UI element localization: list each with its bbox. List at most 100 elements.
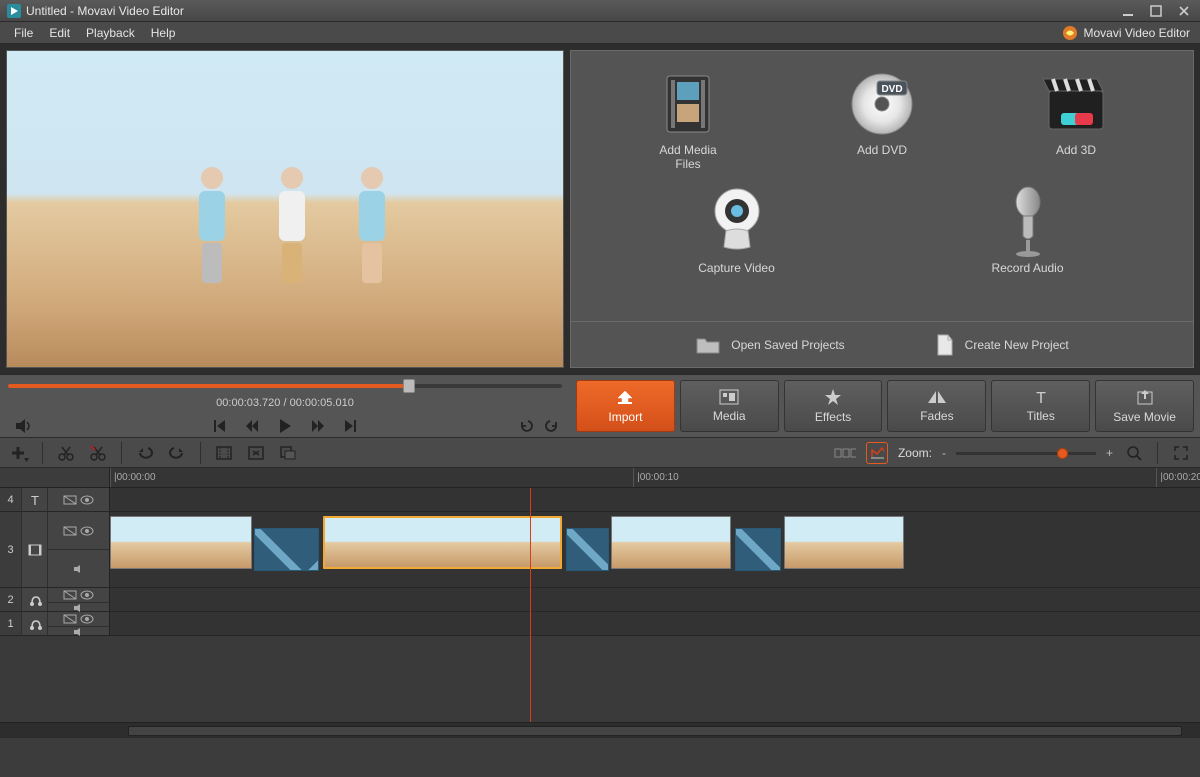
track-mute-toggle[interactable] <box>48 627 109 637</box>
volume-button[interactable] <box>14 418 34 434</box>
ruler-mark: |00:00:10 <box>633 468 679 487</box>
fullscreen-button[interactable] <box>1170 442 1192 464</box>
zoom-fit-button[interactable] <box>1123 442 1145 464</box>
tab-fades[interactable]: Fades <box>887 380 986 432</box>
brand: Movavi Video Editor <box>1062 25 1195 41</box>
split-button[interactable] <box>55 442 77 464</box>
track-lane[interactable] <box>110 488 1200 511</box>
undo-button[interactable] <box>518 418 534 434</box>
svg-text:DVD: DVD <box>881 84 902 95</box>
open-saved-projects[interactable]: Open Saved Projects <box>695 335 844 355</box>
transition-clip[interactable] <box>735 528 782 571</box>
current-time: 00:00:03.720 <box>216 397 280 409</box>
tracks: 4T 3 1.mp4 (0:00:03)Summer.mp4 (0:00:05)… <box>0 488 1200 722</box>
tab-effects[interactable]: Effects <box>784 380 883 432</box>
minimize-button[interactable] <box>1114 2 1142 20</box>
track-lane[interactable] <box>110 588 1200 611</box>
titles-icon: T <box>1033 389 1049 405</box>
step-back-button[interactable] <box>245 419 259 433</box>
add-track-button[interactable] <box>8 442 30 464</box>
menu-bar: File Edit Playback Help Movavi Video Edi… <box>0 22 1200 44</box>
seek-thumb[interactable] <box>403 379 415 393</box>
cut-button[interactable] <box>87 442 109 464</box>
track-number: 1 <box>0 612 22 635</box>
tile-label: Record Audio <box>991 261 1063 275</box>
track-hide-toggle[interactable] <box>48 512 109 550</box>
tile-label: Add DVD <box>857 143 907 157</box>
star-icon <box>824 388 842 406</box>
view-timeline-button[interactable] <box>866 442 888 464</box>
track-type-icon: T <box>22 488 48 511</box>
track-hide-toggle[interactable] <box>48 588 109 603</box>
zoom-slider[interactable] <box>956 448 1096 458</box>
track-row: 4T <box>0 488 1200 512</box>
preview-pane[interactable] <box>6 50 564 368</box>
open-saved-label: Open Saved Projects <box>731 338 844 352</box>
video-clip[interactable]: Summer.mp4 (0:00:05) <box>323 516 563 569</box>
track-type-icon <box>22 612 48 635</box>
tile-label: Add MediaFiles <box>659 143 716 171</box>
tile-label: Capture Video <box>698 261 775 275</box>
tile-add-media[interactable]: Add MediaFiles <box>603 69 773 179</box>
track-head: 2 <box>0 588 110 611</box>
step-forward-button[interactable] <box>311 419 325 433</box>
tab-label: Save Movie <box>1113 410 1176 424</box>
video-clip[interactable]: Water.jpg (0:00:... <box>784 516 904 569</box>
properties-button[interactable] <box>277 442 299 464</box>
track-lane[interactable] <box>110 612 1200 635</box>
clip-tools-button[interactable] <box>245 442 267 464</box>
track-hide-toggle[interactable] <box>48 612 109 627</box>
tab-save-movie[interactable]: Save Movie <box>1095 380 1194 432</box>
redo-button[interactable] <box>544 418 560 434</box>
menu-edit[interactable]: Edit <box>41 24 78 42</box>
view-storyboard-button[interactable] <box>834 442 856 464</box>
tab-label: Import <box>608 410 642 424</box>
create-new-project[interactable]: Create New Project <box>935 333 1069 357</box>
track-number: 2 <box>0 588 22 611</box>
track-hide-toggle[interactable] <box>48 488 109 511</box>
track-row: 1 <box>0 612 1200 636</box>
tile-label: Add 3D <box>1056 143 1096 157</box>
media-icon <box>719 389 739 405</box>
timeline-area: |00:00:00|00:00:10|00:00:20 4T 3 1.mp4 (… <box>0 468 1200 738</box>
tile-add-3d[interactable]: Add 3D <box>991 69 1161 179</box>
menu-playback[interactable]: Playback <box>78 24 143 42</box>
transition-clip[interactable] <box>254 528 319 571</box>
play-button[interactable] <box>277 418 293 434</box>
undo-tl-button[interactable] <box>134 442 156 464</box>
goto-start-button[interactable] <box>213 419 227 433</box>
track-head: 1 <box>0 612 110 635</box>
title-bar: Untitled - Movavi Video Editor <box>0 0 1200 22</box>
upper-area: Add MediaFiles DVD Add DVD Add 3D Captur… <box>0 44 1200 374</box>
svg-text:T: T <box>1036 390 1046 405</box>
video-clip[interactable]: Swimming.jpg (0:... <box>611 516 731 569</box>
maximize-button[interactable] <box>1142 2 1170 20</box>
redo-tl-button[interactable] <box>166 442 188 464</box>
tile-record-audio[interactable]: Record Audio <box>943 187 1113 297</box>
tile-capture-video[interactable]: Capture Video <box>652 187 822 297</box>
track-head: 4T <box>0 488 110 511</box>
new-doc-icon <box>935 333 955 357</box>
tab-import[interactable]: Import <box>576 380 675 432</box>
crop-button[interactable] <box>213 442 235 464</box>
video-clip[interactable]: 1.mp4 (0:00:03) <box>110 516 252 569</box>
svg-text:T: T <box>31 493 39 507</box>
folder-icon <box>695 335 721 355</box>
menu-file[interactable]: File <box>6 24 41 42</box>
tab-titles[interactable]: TTitles <box>991 380 1090 432</box>
zoom-label: Zoom: <box>898 446 932 460</box>
track-mute-toggle[interactable] <box>48 550 109 587</box>
menu-help[interactable]: Help <box>143 24 184 42</box>
playhead[interactable] <box>530 488 531 722</box>
timeline-ruler[interactable]: |00:00:00|00:00:10|00:00:20 <box>0 468 1200 488</box>
close-button[interactable] <box>1170 2 1198 20</box>
seek-bar[interactable] <box>0 375 570 397</box>
tile-add-dvd[interactable]: DVD Add DVD <box>797 69 967 179</box>
track-number: 4 <box>0 488 22 511</box>
timeline-scrollbar[interactable] <box>0 722 1200 738</box>
track-lane[interactable]: 1.mp4 (0:00:03) Summer.mp4 (0:00:05) Swimm… <box>110 512 1200 587</box>
goto-end-button[interactable] <box>343 419 357 433</box>
tab-media[interactable]: Media <box>680 380 779 432</box>
brand-icon <box>1062 25 1078 41</box>
transition-clip[interactable] <box>566 528 610 571</box>
